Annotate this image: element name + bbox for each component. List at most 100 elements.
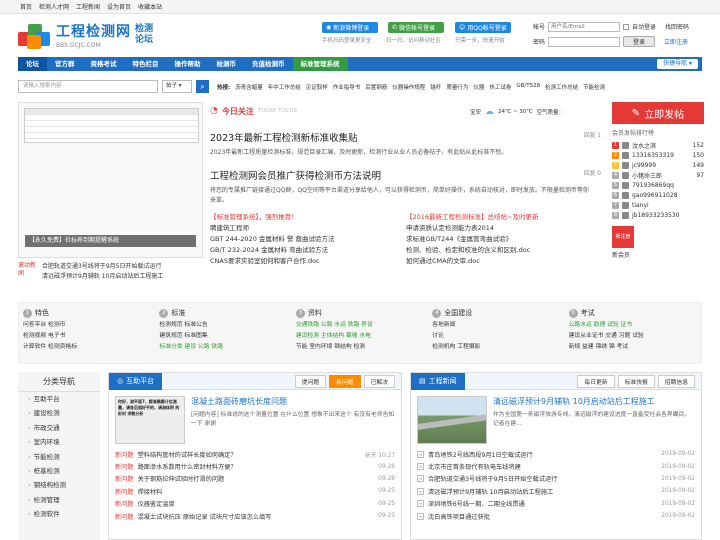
headline-2[interactable]: 工程检测网会员推广获得检测币方法说明: [210, 168, 603, 182]
category-links[interactable]: 公路水运 助理 试验 证书: [569, 320, 697, 331]
list-item[interactable]: 新问题 路面渗水系数用什么密封材料方便？ 09-26: [109, 460, 401, 472]
focus-link[interactable]: CNAS要求实验室如何和客户合作.doc: [210, 256, 406, 267]
qa-feature-image[interactable]: 你好，测平面7，都准确要计位测量，请各后相好平的，请测体积 的形材 求教分析: [115, 396, 185, 444]
tab-jobs[interactable]: 招聘信息: [657, 374, 695, 388]
top-link-home[interactable]: 首页: [20, 2, 32, 11]
list-item[interactable]: 新问题 焊接材料 09-25: [109, 485, 401, 497]
category-links[interactable]: 检测视频 电子书: [23, 331, 151, 342]
category-links[interactable]: 讨论: [432, 331, 560, 342]
category-links[interactable]: 建设检测 主体结构 幕墙 水电: [296, 331, 424, 342]
hot-word[interactable]: 后置钢筋: [365, 83, 387, 91]
tab-solved[interactable]: 已解决: [363, 374, 395, 388]
nav-recharge[interactable]: 充值检测币: [244, 57, 293, 71]
wechat-login-button[interactable]: ✆ 微信帐号登录: [388, 22, 444, 33]
qa-feature-title[interactable]: 混凝土路面砖磨坑长度问题: [191, 396, 395, 407]
hot-word[interactable]: 年中工作总结: [268, 83, 301, 91]
hot-word[interactable]: 热工试卷: [489, 83, 511, 91]
ranking-row[interactable]: 2 13316353319 150: [612, 150, 704, 160]
list-item[interactable]: 新问题 塑料结构管材的试样长度如何确定？ 前天 10:27: [109, 448, 401, 460]
focus-link[interactable]: 【标准管理系统】，强烈推荐！: [210, 212, 406, 223]
ranking-row[interactable]: 7 tianyi: [612, 200, 704, 210]
tab-standard-news[interactable]: 标准快报: [617, 374, 655, 388]
category-nav-item[interactable]: 室内环境: [18, 435, 100, 449]
focus-link[interactable]: 检测、检验、检定和校准的含义和区别.doc: [406, 245, 602, 256]
list-item[interactable]: ≡ 北京市庄首条现代有轨电车线将建 2019-09-02: [411, 460, 701, 472]
hot-word[interactable]: 仪器操作规程: [392, 83, 425, 91]
search-input[interactable]: 请输入搜索内容: [18, 80, 158, 93]
category-nav-item[interactable]: 钢结构检测: [18, 478, 100, 492]
list-item[interactable]: ≡ 沈白高铁项目通过获批 2019-09-02: [411, 510, 701, 522]
top-link-sethome[interactable]: 设为首页: [107, 2, 131, 11]
slide-caption[interactable]: 【永久免费】社标养到期提醒系统: [25, 235, 196, 247]
nav-standard-system[interactable]: 标准管理系统: [292, 57, 348, 71]
headline-1[interactable]: 2023年最新工程检测新标准收集贴: [210, 130, 603, 144]
nav-official-group[interactable]: 官方群: [47, 57, 83, 71]
ranking-row[interactable]: 1 汶水之滨 152: [612, 140, 704, 150]
list-item[interactable]: ≡ 合肥轨道交通3号线将于9月5日开始空载试运行 2019-09-02: [411, 473, 701, 485]
category-links[interactable]: 交通铁路 公路 水运 铁路 养设: [296, 320, 424, 331]
focus-link[interactable]: GBT 244-2020 金属材料 警 裔曲试验方法: [210, 234, 406, 245]
qq-login-button[interactable]: ☺ 用QQ帐号登录: [455, 22, 511, 33]
tab-new-questions[interactable]: 新问题: [329, 374, 361, 388]
list-item[interactable]: 新问题 混凝土试块抗压 原始记录 试块尺寸应该怎么填写 09-23: [109, 510, 401, 522]
category-nav-item[interactable]: 市政交通: [18, 421, 100, 435]
hot-word[interactable]: 节能检测: [583, 83, 605, 91]
focus-link[interactable]: GB/T 232-2024 金属材料 弯曲试验方法: [210, 245, 406, 256]
category-links[interactable]: 计算软件 检测资格标: [23, 342, 151, 353]
hot-word[interactable]: 质量行为: [446, 83, 468, 91]
ranking-row[interactable]: 8 jb18933233530: [612, 210, 704, 220]
hot-word[interactable]: 见证取样: [306, 83, 328, 91]
account-input[interactable]: [548, 21, 621, 32]
focus-link[interactable]: 【2016最新工程检测标准】总结帖~及时更新: [406, 212, 602, 223]
category-links[interactable]: 建设从业证书 交通 习题 试验: [569, 331, 697, 342]
ranking-row[interactable]: 4 小猪命三郎 97: [612, 170, 704, 180]
category-links[interactable]: 节能 室内环境 钢结构 检测: [296, 342, 424, 353]
find-password-link[interactable]: 找回密码: [665, 22, 689, 31]
search-type-select[interactable]: 帖子 ▾: [162, 80, 192, 93]
category-nav-item[interactable]: 建设检测: [18, 406, 100, 420]
news-feature-title[interactable]: 清远磁浮预计9月辅轨 10月启动站后工程施工: [493, 396, 695, 407]
list-item[interactable]: 新问题 仪器鉴定温度 09-25: [109, 498, 401, 510]
site-logo[interactable]: 工程检测网 BBS.GCJC.COM 检测 论坛: [18, 20, 153, 50]
top-link-talent[interactable]: 检测人才网: [39, 2, 69, 11]
nav-feature[interactable]: 特色栏目: [125, 57, 167, 71]
nav-forum[interactable]: 论坛: [18, 57, 47, 71]
new-post-button[interactable]: ✎ 立即发帖: [612, 102, 704, 124]
tab-ask[interactable]: 提问题: [294, 374, 327, 388]
category-links[interactable]: 问答平台 检测币: [23, 320, 151, 331]
ranking-row[interactable]: 3 jc99999 149: [612, 160, 704, 170]
ranking-row[interactable]: 5 791936869qq: [612, 180, 704, 190]
new-member[interactable]: 新注册 新会员: [612, 226, 704, 259]
hot-word[interactable]: 检测工作总结: [545, 83, 578, 91]
hot-word[interactable]: 作业指导书: [333, 83, 361, 91]
category-nav-item[interactable]: 检测软件: [18, 507, 100, 521]
nav-exam[interactable]: 资格考试: [83, 57, 125, 71]
nav-coin[interactable]: 检测币: [209, 57, 245, 71]
ranking-row[interactable]: 6 gao996911028: [612, 190, 704, 200]
focus-link[interactable]: 求标准GB/T244《金属管弯曲试验》: [406, 234, 602, 245]
hot-word[interactable]: 沥青含蜡量: [235, 83, 263, 91]
category-links[interactable]: 检测机构 工程摄影: [432, 342, 560, 353]
tab-daily[interactable]: 每日更新: [577, 374, 615, 388]
hot-word[interactable]: 仪器: [473, 83, 484, 91]
top-link-news[interactable]: 工程新闻: [76, 2, 100, 11]
weibo-login-button[interactable]: ◉ 新浪微博登录: [322, 22, 378, 33]
focus-link[interactable]: 申请资质认定检测能力表2014: [406, 223, 602, 234]
password-input[interactable]: [548, 36, 621, 47]
category-nav-item[interactable]: 桩基检测: [18, 464, 100, 478]
news-feature-image[interactable]: [417, 396, 487, 444]
category-links[interactable]: 新规 益建 锦绣 锦 考试: [569, 342, 697, 353]
slideshow[interactable]: 【永久免费】社标养到期提醒系统: [18, 102, 203, 258]
category-links[interactable]: 检测规范 标准公告: [159, 320, 287, 331]
hot-word[interactable]: GB/T528: [516, 83, 540, 91]
register-link[interactable]: 立即注册: [664, 37, 688, 46]
nav-help[interactable]: 操作帮助: [167, 57, 209, 71]
category-nav-item[interactable]: 互助平台: [18, 392, 100, 406]
list-item[interactable]: ≡ 深圳地铁6号线一期、二期全线贯通 2019-09-02: [411, 498, 701, 510]
category-links[interactable]: 建筑规范 标准图集: [159, 331, 287, 342]
focus-link[interactable]: 聘建筑工程师: [210, 223, 406, 234]
roll-news-item[interactable]: 合肥轨道交通3号线将于9月5日开始载试运行: [42, 262, 163, 272]
category-links[interactable]: 各地新闻: [432, 320, 560, 331]
roll-news-item[interactable]: 清远磁浮预计9月辅轨 10月启动站后工程施工: [42, 272, 163, 282]
focus-link[interactable]: 如何通过CMA的文审.doc: [406, 256, 602, 267]
